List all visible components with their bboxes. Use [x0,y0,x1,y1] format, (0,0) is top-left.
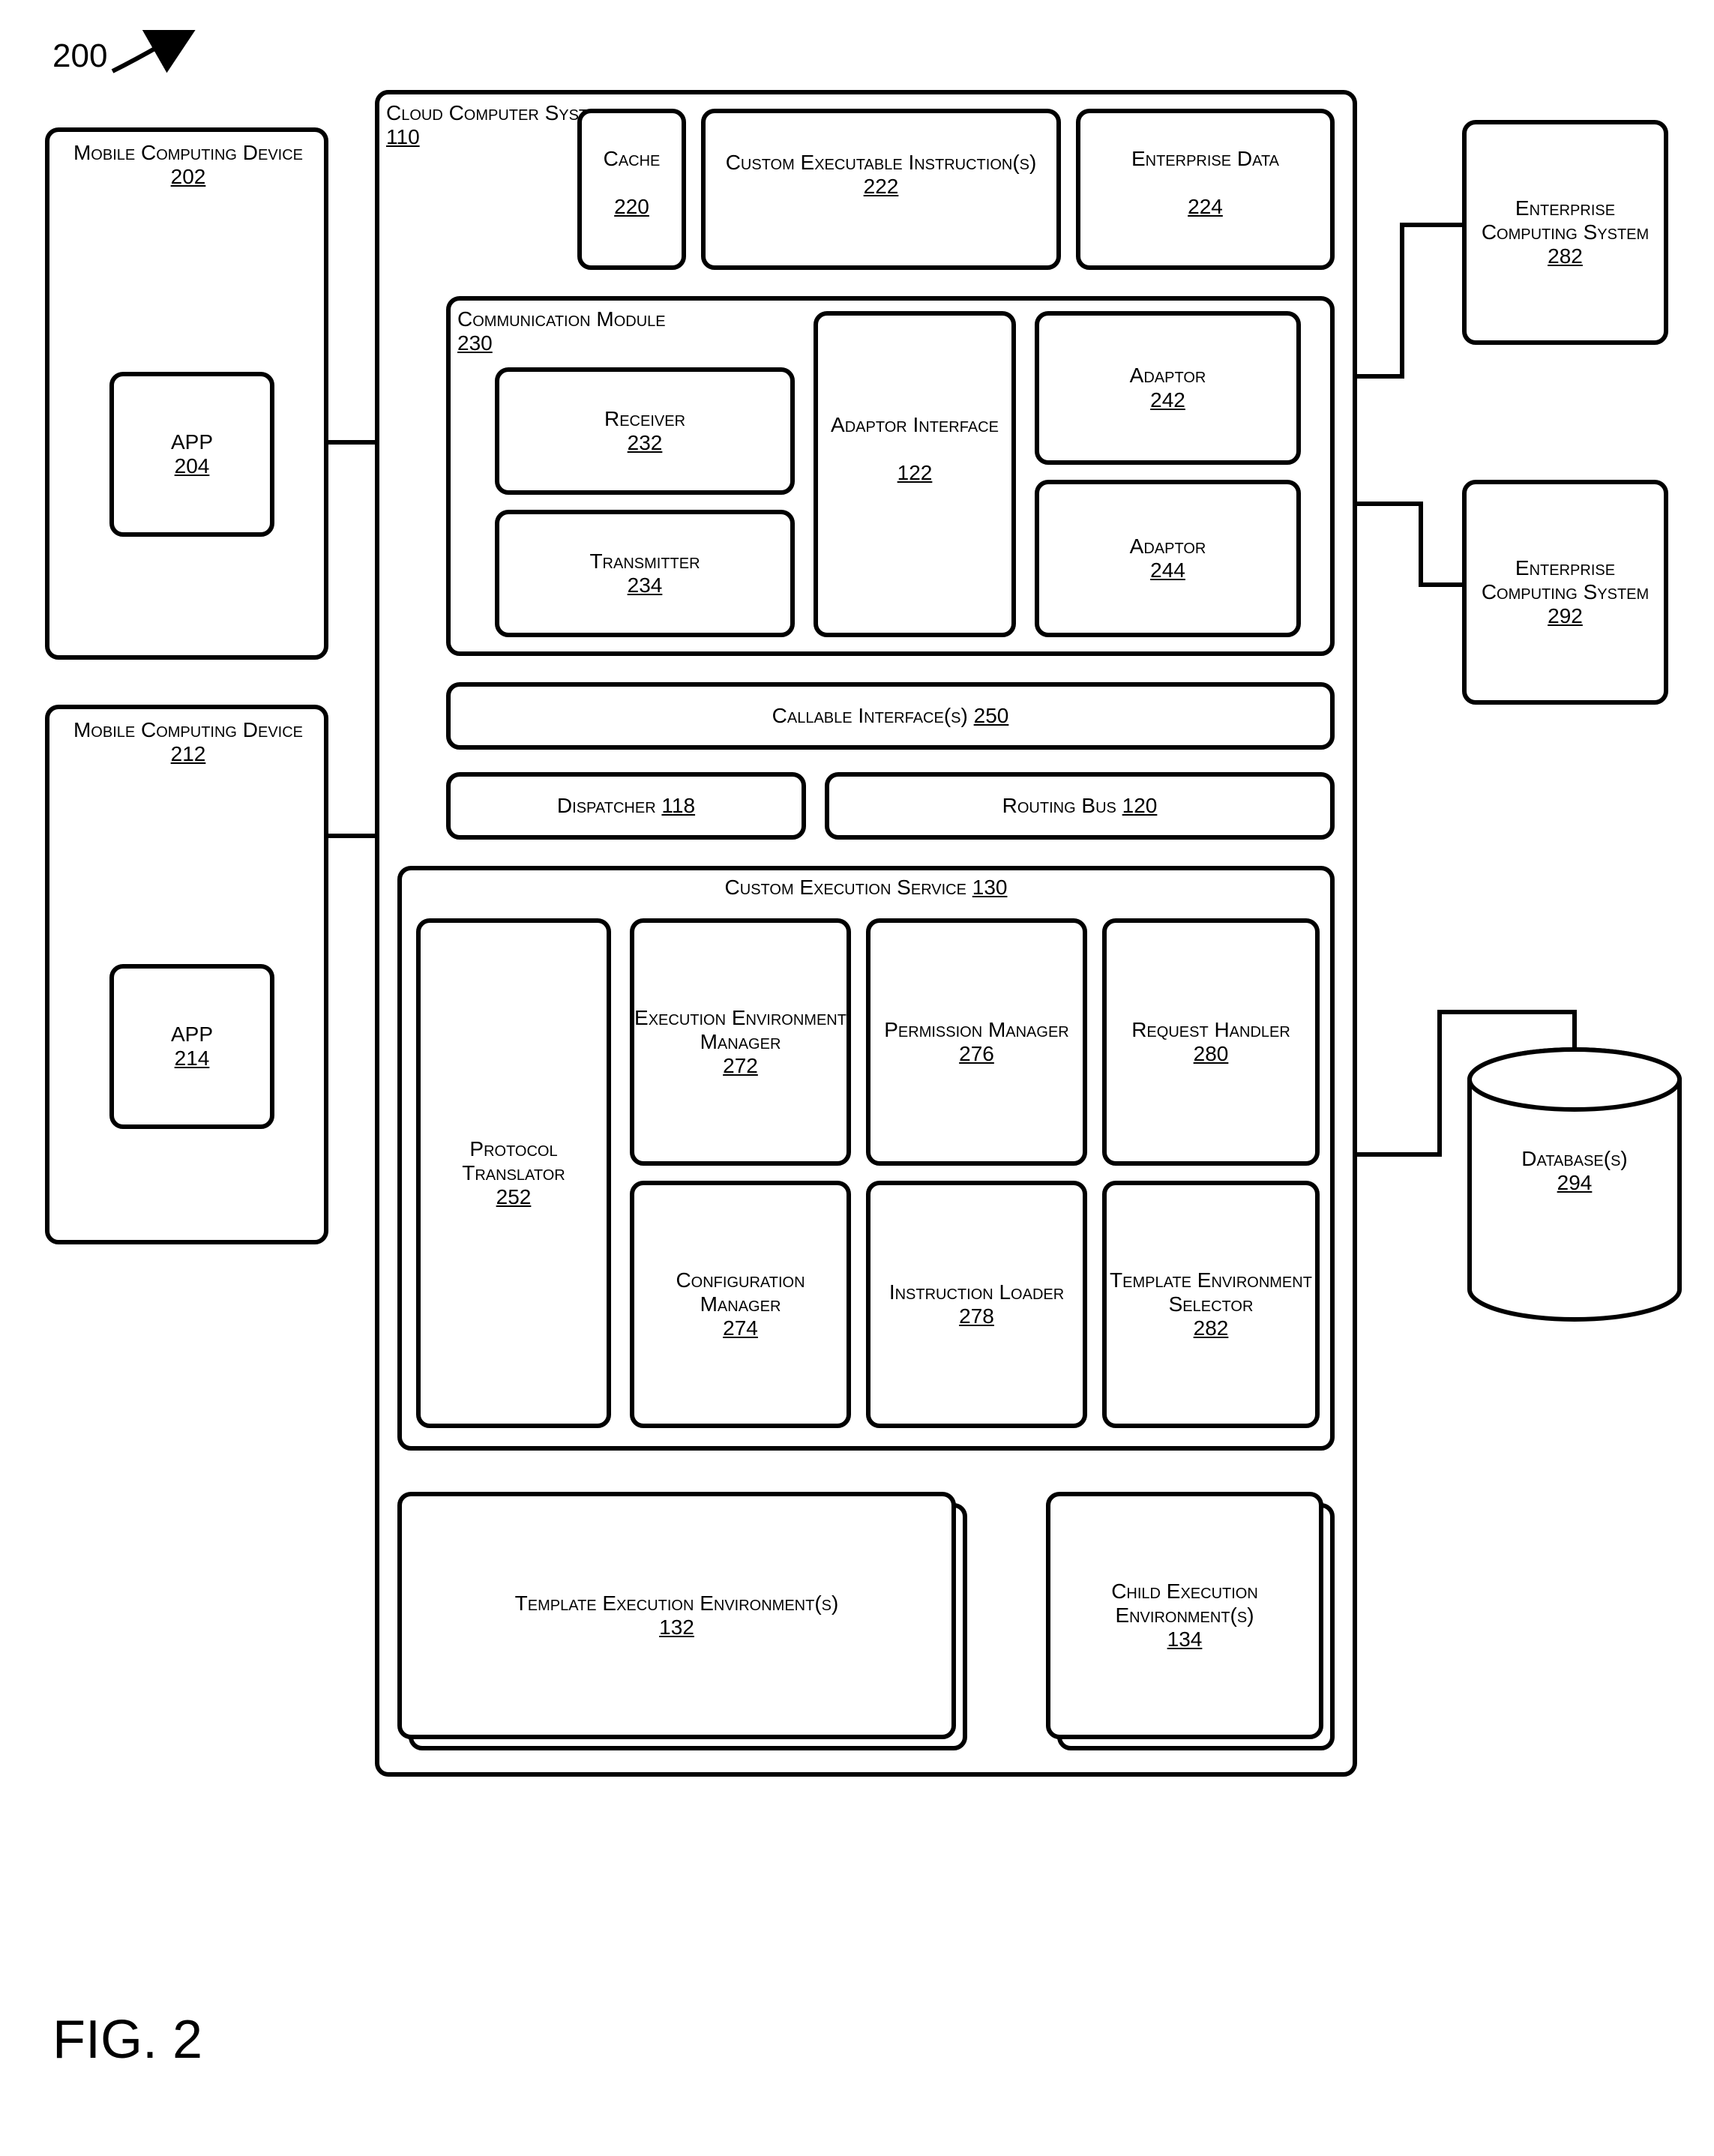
ent1-box: Enterprise Computing System282 [1462,120,1668,345]
reqh-label: Request Handler280 [1131,1018,1290,1066]
edata-box: Enterprise Data224 [1076,109,1335,270]
cfg-label: Configuration Manager274 [634,1268,847,1341]
dispatcher-label: Dispatcher 118 [557,794,695,818]
diagram-ref: 200 [52,37,107,75]
adaptor2-box: Adaptor244 [1035,480,1301,637]
receiver-label: Receiver232 [604,407,685,455]
adaptor1-box: Adaptor242 [1035,311,1301,465]
mobile1-app: APP 204 [109,372,274,537]
callable-box: Callable Interface(s) 250 [446,682,1335,750]
cee-label: Child Execution Environment(s)134 [1050,1580,1319,1652]
ces-title: Custom Execution Service 130 [405,876,1327,900]
ent2-label: Enterprise Computing System292 [1467,556,1664,629]
reqh-box: Request Handler280 [1102,918,1320,1166]
mobile2-app-label: APP [171,1023,213,1047]
tes-box: Template Environment Selector282 [1102,1181,1320,1428]
edata-label: Enterprise Data224 [1080,147,1330,220]
cache-box: Cache220 [577,109,686,270]
transmitter-label: Transmitter234 [589,549,700,597]
tes-label: Template Environment Selector282 [1107,1268,1315,1341]
receiver-box: Receiver232 [495,367,795,495]
mobile2-app-num: 214 [175,1047,210,1071]
adaptor2-label: Adaptor244 [1130,535,1206,582]
mobile2-title: Mobile Computing Device212 [57,718,319,766]
routing-box: Routing Bus 120 [825,772,1335,840]
tee-box: Template Execution Environment(s)132 [397,1492,956,1739]
adaptor-if-label: Adaptor Interface122 [818,413,1011,486]
mobile-device-2: Mobile Computing Device212 APP 214 [45,705,328,1244]
eem-label: Execution Environment Manager272 [634,1006,847,1079]
diagram-canvas: 200 Mobile Computing Device202 [30,30,1684,2126]
mobile1-app-label: APP [171,430,213,454]
routing-label: Routing Bus 120 [1002,794,1158,818]
adaptor1-label: Adaptor242 [1130,364,1206,412]
mobile-device-1: Mobile Computing Device202 APP 204 [45,127,328,660]
eem-box: Execution Environment Manager272 [630,918,851,1166]
figure-caption: FIG. 2 [52,2009,202,2071]
tee-label: Template Execution Environment(s)132 [515,1592,839,1639]
iloader-box: Instruction Loader278 [866,1181,1087,1428]
ent2-box: Enterprise Computing System292 [1462,480,1668,705]
mobile1-title: Mobile Computing Device202 [57,141,319,189]
callable-label: Callable Interface(s) 250 [772,704,1009,728]
mobile2-app: APP 214 [109,964,274,1129]
cfg-box: Configuration Manager274 [630,1181,851,1428]
perm-box: Permission Manager276 [866,918,1087,1166]
protocol-label: Protocol Translator252 [421,1137,607,1210]
cei-label: Custom Executable Instruction(s) 222 [706,151,1056,199]
cee-box: Child Execution Environment(s)134 [1046,1492,1323,1739]
cache-label: Cache220 [582,147,682,220]
db-label: Database(s)294 [1500,1147,1650,1195]
adaptor-if-box: Adaptor Interface122 [814,311,1016,637]
ent1-label: Enterprise Computing System282 [1467,196,1664,269]
dispatcher-box: Dispatcher 118 [446,772,806,840]
comm-title: Communication Module230 [457,307,682,355]
protocol-box: Protocol Translator252 [416,918,611,1428]
iloader-label: Instruction Loader278 [889,1280,1064,1328]
mobile1-app-num: 204 [175,454,210,478]
transmitter-box: Transmitter234 [495,510,795,637]
cei-box: Custom Executable Instruction(s) 222 [701,109,1061,270]
perm-label: Permission Manager276 [884,1018,1068,1066]
